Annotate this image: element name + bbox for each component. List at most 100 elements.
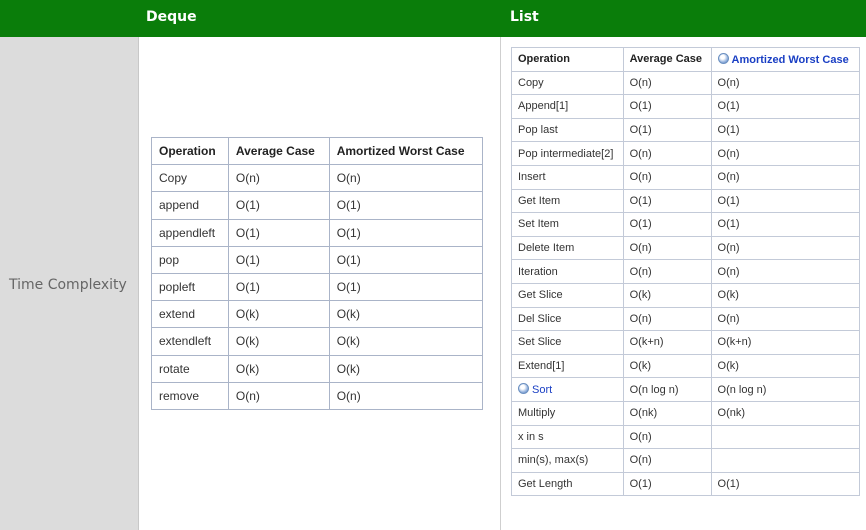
table-cell: Sort [511,377,624,402]
table-cell: O(k) [227,354,330,383]
table-cell: pop [151,245,229,274]
table-row: x in s O(n) [511,424,861,450]
column-header: Average Case [622,47,712,72]
table-cell: O(k) [328,354,484,383]
table-cell: Del Slice [511,306,624,332]
table-cell: O(n) [622,235,712,261]
table-cell: O(k) [328,327,484,356]
table-row: Set Slice O(k+n) O(k+n) [511,330,861,355]
table-row: Insert O(n) O(n) [511,164,861,190]
table-row: Multiply O(nk) O(nk) [511,400,861,426]
table-cell: Get Slice [511,282,624,308]
table-cell: O(k) [328,300,484,329]
table-cell: appendleft [151,218,229,247]
table-cell: O(1) [710,212,861,237]
table-row: Append[1] O(1) O(1) [511,94,861,119]
table-cell: popleft [151,272,229,302]
deque-cell: Operation Average Case Amortized Worst C… [139,37,501,530]
table-cell: O(n) [622,70,712,96]
table-row: Set Item O(1) O(1) [511,212,861,237]
table-cell: O(1) [622,188,712,214]
column-header: Average Case [227,136,330,166]
table-cell: O(k) [622,353,712,379]
table-cell: O(n) [622,424,712,450]
sort-icon[interactable] [518,383,529,395]
column-header-link[interactable]: Amortized Worst Case [732,54,849,66]
table-row: Get Item O(1) O(1) [511,188,861,214]
table-row: min(s), max(s) O(n) [511,448,861,473]
table-row: Pop intermediate[2] O(n) O(n) [511,141,861,166]
table-cell: O(1) [622,94,712,119]
table-row: Pop last O(1) O(1) [511,117,861,143]
table-cell: O(k) [227,300,330,329]
table-cell: O(k) [710,353,861,379]
table-cell: O(n) [227,164,330,193]
sort-link[interactable]: Sort [532,384,552,396]
table-cell: O(1) [710,471,861,497]
table-cell: O(k) [710,282,861,308]
table-cell: O(k+n) [710,330,861,355]
column-header: Amortized Worst Case [328,136,484,166]
table-header-row: Operation Average Case Amortized Worst C… [511,47,861,72]
table-cell: min(s), max(s) [511,448,624,473]
table-cell: O(n) [622,306,712,332]
table-cell: Pop intermediate[2] [511,141,624,166]
table-cell: O(1) [622,117,712,143]
table-cell: O(n) [622,141,712,166]
table-row: Get Slice O(k) O(k) [511,282,861,308]
table-cell: O(1) [328,218,484,247]
table-cell: O(1) [710,94,861,119]
table-cell: O(1) [227,245,330,274]
deque-table: Operation Average Case Amortized Worst C… [151,136,484,410]
table-cell: O(nk) [622,400,712,426]
table-cell: O(n) [622,164,712,190]
table-cell: O(k) [227,327,330,356]
table-cell: Copy [511,70,624,96]
row-label-cell: Time Complexity [0,37,139,530]
table-cell: O(n) [710,235,861,261]
table-cell: O(n) [622,259,712,284]
table-row: rotate O(k) O(k) [151,354,484,383]
table-cell: O(1) [622,471,712,497]
table-cell: O(n) [227,381,330,410]
sort-icon[interactable] [717,52,729,64]
table-cell: Get Length [511,471,624,497]
table-cell: O(k) [622,282,712,308]
table-cell: O(k+n) [622,330,712,355]
table-cell: rotate [151,354,229,383]
table-row: Del Slice O(n) O(n) [511,306,861,332]
table-row: Copy O(n) O(n) [151,164,484,193]
table-cell: O(n) [622,448,712,473]
table-header-row: Operation Average Case Amortized Worst C… [151,136,484,166]
table-cell: O(n) [328,164,484,193]
table-cell: Append[1] [511,94,624,119]
column-header-sortable[interactable]: Amortized Worst Case [710,47,861,72]
table-cell: Delete Item [511,235,624,261]
list-cell: Operation Average Case Amortized Worst C… [501,37,866,530]
table-row: Iteration O(n) O(n) [511,259,861,284]
table-cell: O(n log n) [622,377,712,402]
column-header: Operation [151,136,229,166]
table-cell: remove [151,381,229,410]
table-cell: O(1) [710,117,861,143]
table-cell: O(n) [710,164,861,190]
table-row: Sort O(n log n) O(n log n) [511,377,861,402]
table-row: pop O(1) O(1) [151,245,484,274]
table-cell: O(n) [328,381,484,410]
table-cell: O(1) [227,218,330,247]
table-cell: O(n) [710,259,861,284]
table-cell: Multiply [511,400,624,426]
table-row: append O(1) O(1) [151,191,484,220]
table-cell: Insert [511,164,624,190]
time-complexity-label: Time Complexity [9,277,127,293]
table-cell: Copy [151,164,229,193]
list-table: Operation Average Case Amortized Worst C… [511,47,861,497]
table-cell: Get Item [511,188,624,214]
table-cell: O(1) [622,212,712,237]
table-row: extendleft O(k) O(k) [151,327,484,356]
table-row: Delete Item O(n) O(n) [511,235,861,261]
table-cell: O(1) [227,191,330,220]
table-cell: O(1) [227,272,330,302]
column-header: Operation [511,47,624,72]
table-cell: O(nk) [710,400,861,426]
